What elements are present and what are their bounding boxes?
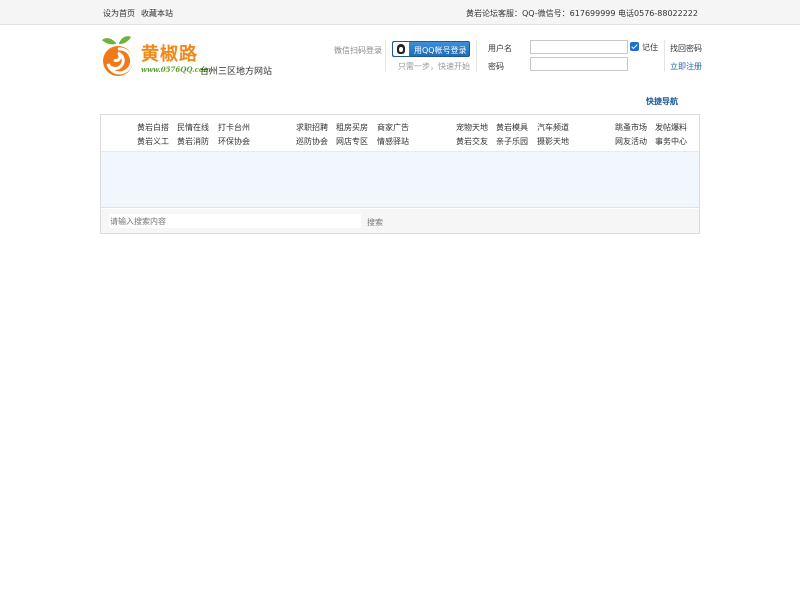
brand-slogan: 台州三区地方网站 [200,67,273,77]
nav-link[interactable]: 民情在线 [177,122,209,133]
username-input[interactable] [530,40,628,54]
nav-link[interactable]: 亲子乐园 [496,136,528,147]
set-home-link[interactable]: 设为首页 [103,9,135,18]
nav-panel: 黄岩白搭 民情在线 打卡台州 求职招聘 租房买房 商家广告 宠物天地 黄岩模具 … [100,114,700,234]
nav-link[interactable]: 打卡台州 [218,122,250,133]
banner-area [101,151,699,208]
orange-logo-icon [102,36,134,76]
divider [385,40,386,72]
nav-links: 黄岩白搭 民情在线 打卡台州 求职招聘 租房买房 商家广告 宠物天地 黄岩模具 … [101,115,699,150]
quick-start-tip: 只需一步，快速开始 [398,62,470,71]
register-link[interactable]: 立即注册 [670,61,702,72]
nav-link[interactable]: 黄岩交友 [456,136,488,147]
qq-penguin-icon [393,42,409,56]
password-input[interactable] [530,57,628,71]
remember-label: 记住 [642,43,658,52]
divider [664,40,665,72]
nav-link[interactable]: 网友活动 [615,136,647,147]
nav-link[interactable]: 跳蚤市场 [615,122,647,133]
nav-link[interactable]: 环保协会 [218,136,250,147]
nav-link[interactable]: 求职招聘 [296,122,328,133]
password-label: 密码 [488,62,504,71]
search-input[interactable] [109,214,361,228]
qq-login-button[interactable]: 用QQ帐号登录 [392,41,470,57]
nav-link[interactable]: 网店专区 [336,136,368,147]
nav-link[interactable]: 商家广告 [377,122,409,133]
username-label: 用户名 [488,44,512,53]
nav-link[interactable]: 事务中心 [655,136,687,147]
search-button[interactable]: 搜索 [367,217,383,228]
quick-nav-button[interactable]: 快捷导航 [646,96,678,107]
checkbox-checked-icon [630,42,639,51]
nav-link[interactable]: 宠物天地 [456,122,488,133]
wechat-login-link[interactable]: 微信扫码登录 [334,45,382,56]
top-bar-left: 设为首页 收藏本站 [103,8,179,19]
top-bar: 设为首页 收藏本站 黄岩论坛客服：QQ-微信号：617699999 电话0576-… [0,0,800,25]
nav-link[interactable]: 汽车频道 [537,122,569,133]
brand-name: 黄椒路 [141,44,198,65]
nav-link[interactable]: 发帖爆料 [655,122,687,133]
site-logo[interactable]: 黄椒路 www.0576QQ.com 台州三区地方网站 [100,34,280,78]
nav-link[interactable]: 黄岩白搭 [137,122,169,133]
search-bar: 搜索 [101,209,699,233]
nav-link[interactable]: 情感驿站 [377,136,409,147]
nav-link[interactable]: 巡防协会 [296,136,328,147]
bookmark-link[interactable]: 收藏本站 [141,9,173,18]
nav-link[interactable]: 黄岩义工 [137,136,169,147]
customer-service-info: 黄岩论坛客服：QQ-微信号：617699999 电话0576-88022222 [465,9,698,18]
qq-login-label: 用QQ帐号登录 [414,46,467,55]
nav-link[interactable]: 黄岩模具 [496,122,528,133]
nav-link[interactable]: 黄岩消防 [177,136,209,147]
forgot-password-link[interactable]: 找回密码 [670,43,702,54]
nav-link[interactable]: 摄影天地 [537,136,569,147]
divider [476,40,477,72]
nav-link[interactable]: 租房买房 [336,122,368,133]
